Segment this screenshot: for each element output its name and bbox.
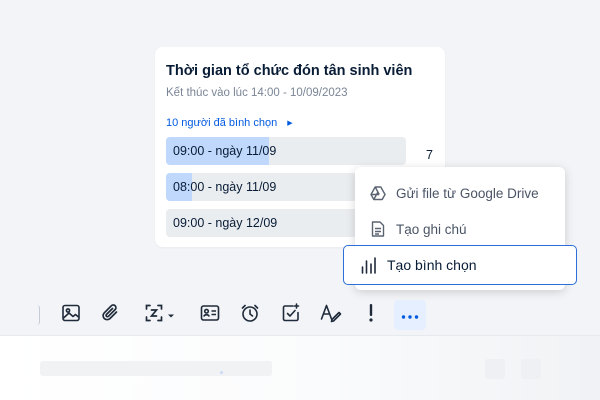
contact-card-icon xyxy=(200,304,220,327)
send-image-button[interactable] xyxy=(56,300,86,330)
poll-option-label: 08:00 - ngày 11/09 xyxy=(173,180,277,194)
toolbar-edge xyxy=(36,305,40,325)
reminder-button[interactable] xyxy=(235,300,265,330)
chevron-down-icon xyxy=(167,306,175,324)
poll-title: Thời gian tổ chức đón tân sinh viên xyxy=(166,63,413,79)
screenshot-icon xyxy=(144,303,164,328)
poll-option[interactable]: 09:00 - ngày 11/09 xyxy=(166,137,406,165)
text-format-icon xyxy=(320,303,342,328)
poll-option-label: 09:00 - ngày 11/09 xyxy=(173,144,277,158)
attach-file-button[interactable] xyxy=(96,300,126,330)
text-format-button[interactable] xyxy=(316,300,346,330)
emoji-button[interactable] xyxy=(485,359,505,379)
poll-voters-link[interactable]: 10 người đã bình chọn ▶ xyxy=(166,117,293,129)
mark-urgent-button[interactable] xyxy=(356,300,386,330)
send-contact-button[interactable] xyxy=(195,300,225,330)
message-input-placeholder[interactable] xyxy=(40,361,272,376)
screenshot-button[interactable] xyxy=(137,300,181,330)
assign-task-button[interactable] xyxy=(276,300,306,330)
poll-icon xyxy=(361,257,377,274)
alarm-icon xyxy=(240,303,260,328)
google-drive-icon xyxy=(370,185,386,201)
note-icon xyxy=(370,221,386,237)
urgent-icon xyxy=(368,303,374,328)
poll-option-label: 09:00 - ngày 12/09 xyxy=(173,216,278,230)
poll-option-count: 7 xyxy=(426,148,433,162)
send-button[interactable] xyxy=(521,359,541,379)
input-cursor xyxy=(220,371,223,374)
caret-right-icon: ▶ xyxy=(287,120,293,127)
menu-item-label: Gửi file từ Google Drive xyxy=(396,185,539,201)
image-icon xyxy=(61,303,81,328)
more-actions-button[interactable] xyxy=(394,300,426,330)
attachment-icon xyxy=(101,303,121,328)
menu-item-create-poll[interactable]: Tạo bình chọn xyxy=(343,245,577,285)
task-icon xyxy=(281,302,301,328)
menu-item-note[interactable]: Tạo ghi chú xyxy=(355,211,565,247)
toolbar-divider xyxy=(0,335,600,336)
menu-item-label: Tạo bình chọn xyxy=(387,257,477,273)
more-actions-menu: Gửi file từ Google Drive Tạo ghi chú Tạo… xyxy=(343,167,577,290)
menu-item-google-drive[interactable]: Gửi file từ Google Drive xyxy=(355,175,565,211)
poll-deadline: Kết thúc vào lúc 14:00 - 10/09/2023 xyxy=(166,87,348,99)
menu-item-label: Tạo ghi chú xyxy=(396,221,467,237)
more-icon xyxy=(401,306,419,324)
poll-voters-label: 10 người đã bình chọn xyxy=(166,117,278,129)
